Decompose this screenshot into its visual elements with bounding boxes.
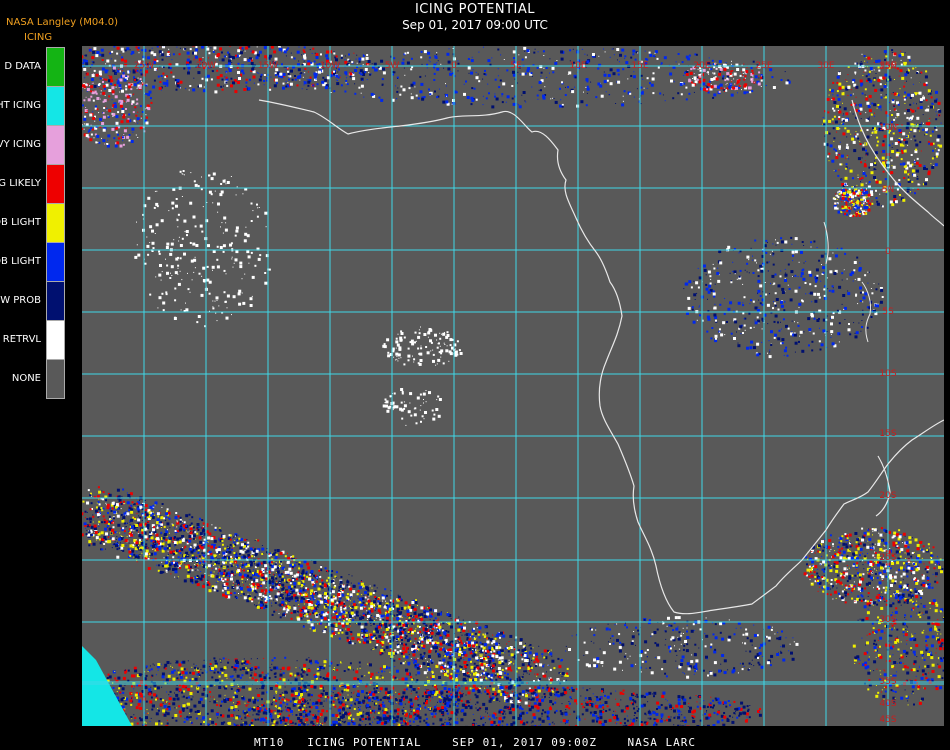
longitude-label: 20E (693, 61, 710, 71)
longitude-label: 10W (320, 61, 340, 71)
legend-item: MOG LIKELY (0, 164, 66, 204)
legend-item: LOW PROB (0, 281, 66, 321)
longitude-label: 5E (510, 61, 522, 71)
latitude-label: 40S (879, 699, 896, 709)
legend-label: I PROB LIGHT (0, 216, 41, 228)
legend-label: NO RETRVL (0, 333, 41, 345)
africa-coastline (258, 99, 944, 615)
legend-label: LOW PROB (0, 294, 41, 306)
legend-label: D PROB LIGHT (0, 255, 41, 267)
latitude-label: 35S (879, 677, 896, 687)
legend-label: MOG LIKELY (0, 177, 41, 189)
icing-cloud-layer (82, 46, 944, 726)
latitude-label: 0 (885, 247, 891, 257)
latitude-label: 45S (879, 715, 896, 725)
legend-swatch (46, 164, 65, 204)
latitude-label: 15S (879, 429, 896, 439)
longitude-label: 25W (134, 61, 154, 71)
map-datetime: Sep 01, 2017 09:00 UTC (402, 18, 548, 32)
legend-swatch (46, 47, 65, 87)
legend-label: NIGHT ICING (0, 99, 41, 111)
longitude-label: 25E (755, 61, 772, 71)
longitude-label: 0 (451, 61, 457, 71)
map-title: ICING POTENTIAL (414, 2, 536, 17)
legend-swatch (46, 320, 65, 360)
icing-legend: D DATA NIGHT ICING HEAVY ICING MOG LIKEL… (0, 47, 66, 399)
longitude-label: 5W (385, 61, 400, 71)
longitude-label: 30E (817, 61, 834, 71)
legend-swatch (46, 125, 65, 165)
longitude-label: 15W (258, 61, 278, 71)
legend-label: D DATA (4, 60, 41, 72)
longitude-label: 20W (196, 61, 216, 71)
legend-item: NO RETRVL (0, 320, 66, 360)
legend-swatch (46, 359, 65, 399)
legend-item: D PROB LIGHT (0, 242, 66, 282)
icing-map: 25W 20W 15W 10W 5W 0 5E 10E 15E 20E 25E 30E 35E 15N 1… (82, 46, 944, 726)
legend-item: I PROB LIGHT (0, 203, 66, 243)
legend-swatch (46, 242, 65, 282)
longitude-label: 15E (631, 61, 648, 71)
product-label: ICING (24, 32, 53, 43)
latitude-label: 25S (879, 553, 896, 563)
longitude-label: 10E (569, 61, 586, 71)
latlon-grid (82, 46, 944, 726)
latitude-label: 20S (879, 491, 896, 501)
latitude-label: 30S (879, 615, 896, 625)
legend-item: NIGHT ICING (0, 86, 66, 126)
latitude-label: 5S (882, 307, 894, 317)
legend-item: NONE (0, 359, 66, 399)
legend-item: HEAVY ICING (0, 125, 66, 165)
legend-swatch (46, 86, 65, 126)
latitude-label: 5N (882, 185, 894, 195)
latitude-label: 15N (879, 62, 897, 72)
latitude-label: 10N (879, 123, 897, 133)
legend-label: HEAVY ICING (0, 138, 41, 150)
legend-swatch (46, 281, 65, 321)
legend-label: NONE (11, 372, 41, 384)
map-canvas: 25W 20W 15W 10W 5W 0 5E 10E 15E 20E 25E 30E 35E 15N1… (82, 46, 944, 726)
legend-swatch (46, 203, 65, 243)
legend-item: D DATA (0, 47, 66, 87)
map-footer: MT10 ICING POTENTIAL SEP 01, 2017 09:00Z… (253, 736, 697, 749)
latitude-label: 10S (879, 369, 896, 379)
